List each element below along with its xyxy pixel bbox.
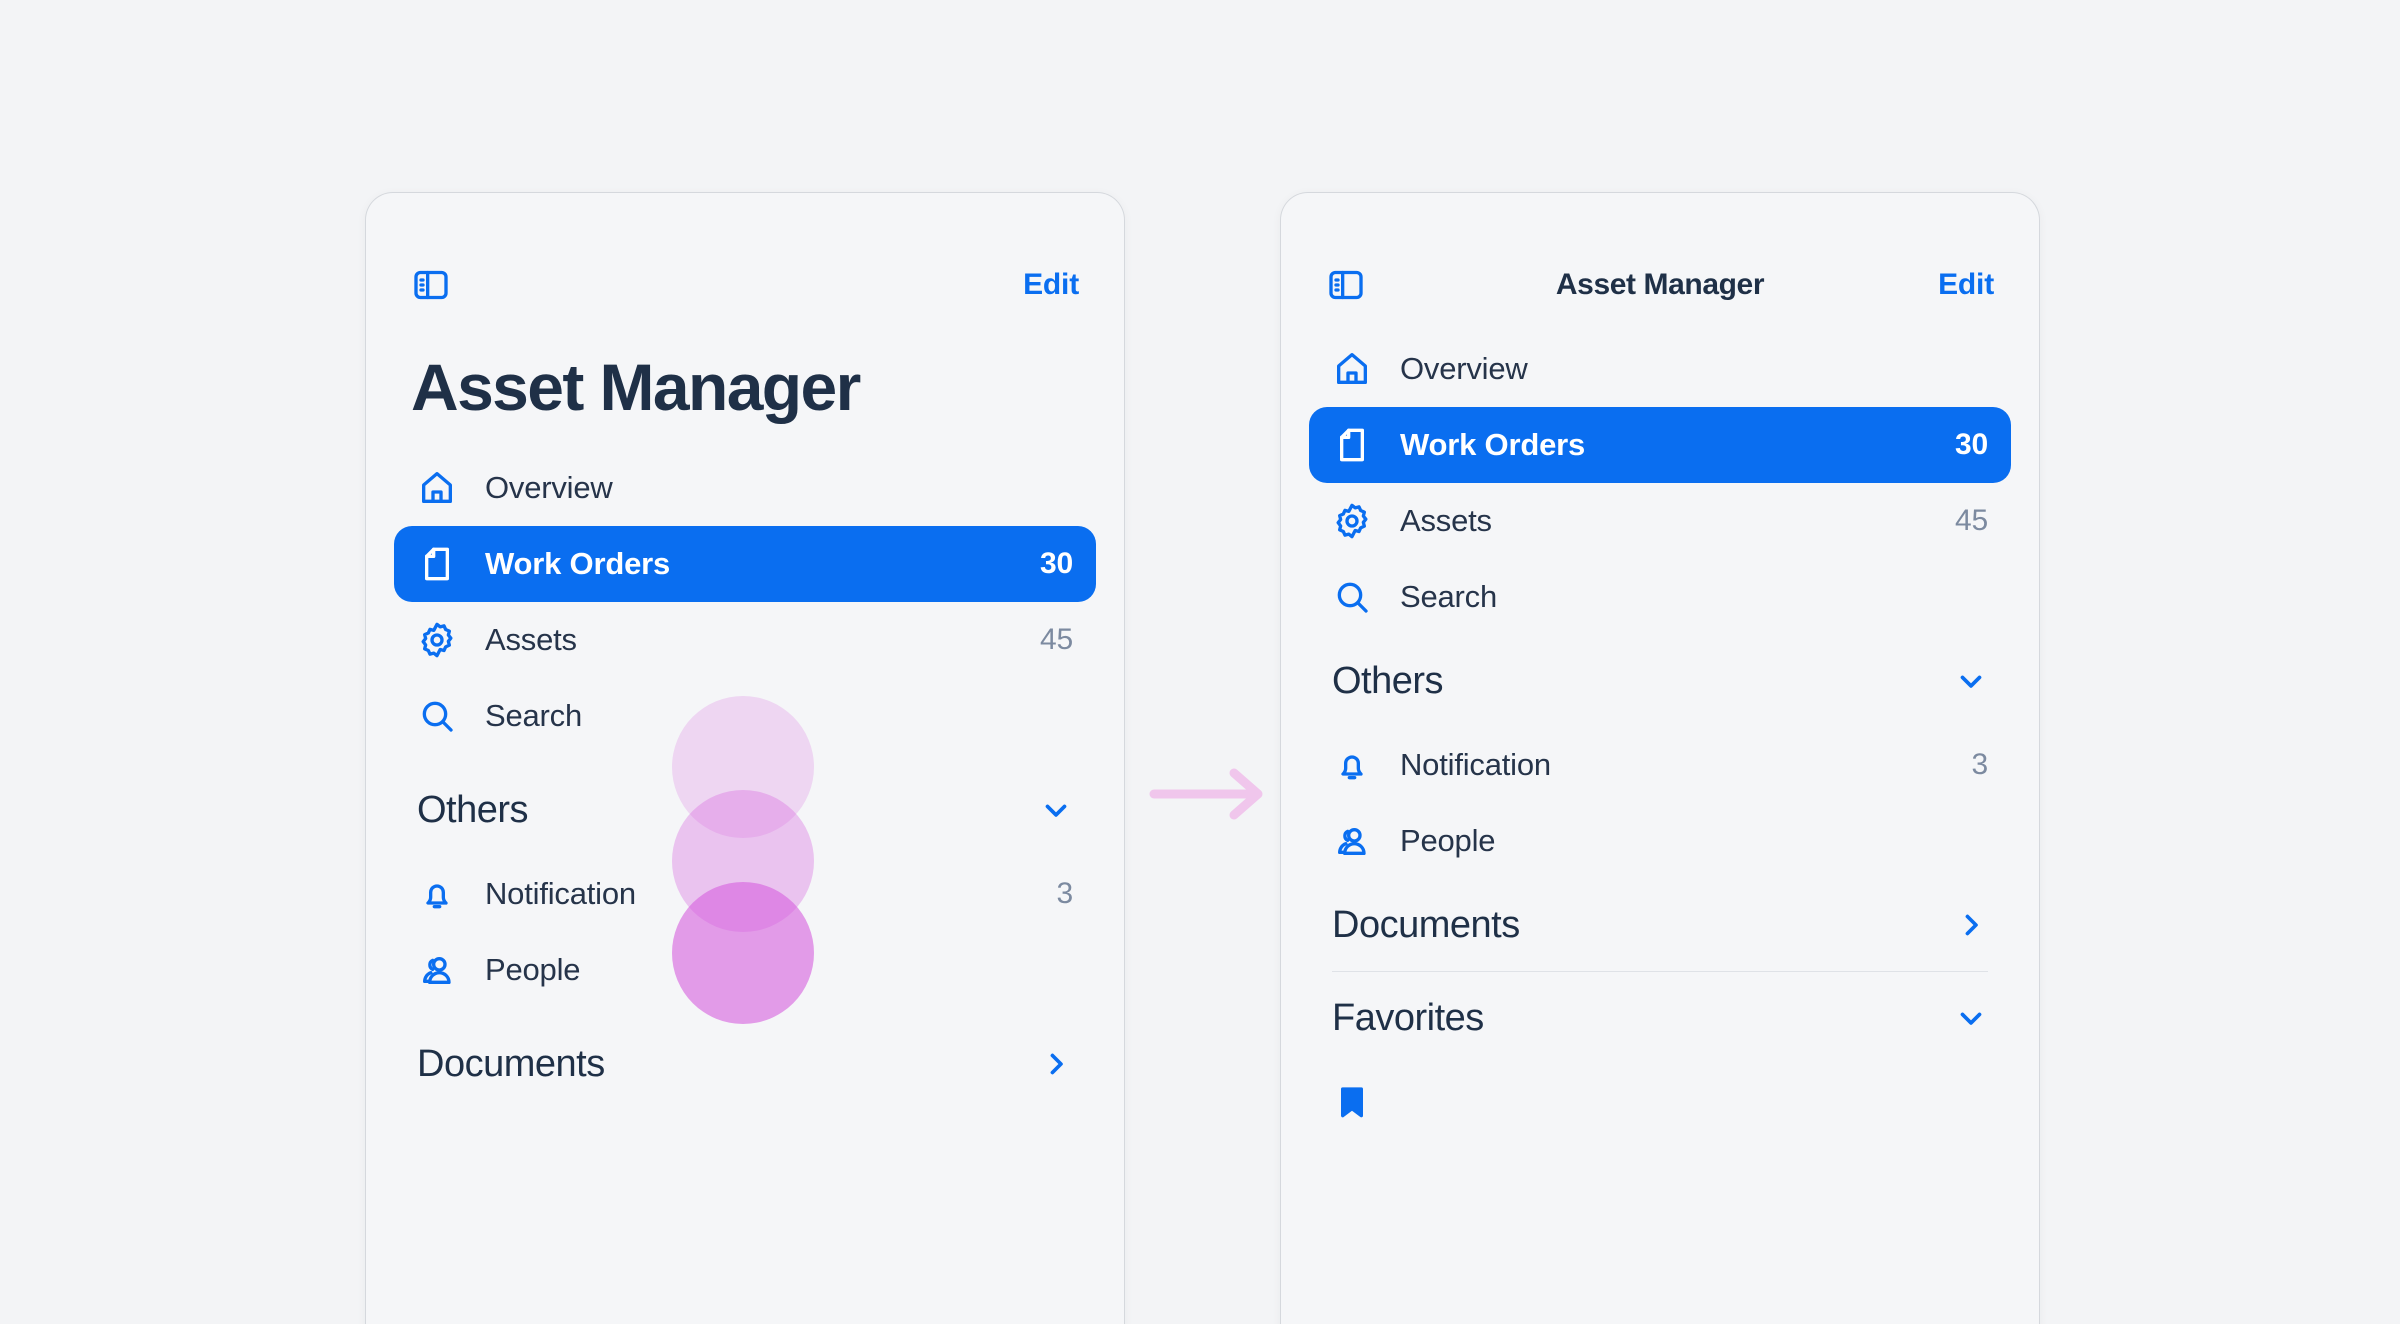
sidebar-item-search[interactable]: Search [1309, 559, 2011, 635]
right-favorites-list [1281, 1064, 2039, 1140]
chevron-right-icon[interactable] [1039, 1047, 1073, 1081]
left-nav-list: Overview Work Orders 30 Assets 45 Search [366, 450, 1124, 754]
edit-button[interactable]: Edit [1938, 268, 1994, 302]
sidebar-item-assets[interactable]: Assets 45 [394, 602, 1096, 678]
section-header-documents[interactable]: Documents [394, 1018, 1096, 1110]
sidebar-item-label: People [1400, 823, 1496, 858]
document-icon [1332, 425, 1372, 465]
sidebar-item-label: Search [1400, 579, 1498, 614]
chevron-down-icon[interactable] [1954, 664, 1988, 698]
home-icon [417, 468, 457, 508]
sidebar-item-label: Assets [1400, 503, 1492, 538]
sidebar-item-count: 45 [1040, 623, 1073, 657]
sidebar-item-overview[interactable]: Overview [394, 450, 1096, 526]
right-others-list: Notification 3 People [1281, 727, 2039, 879]
sidebar-panel-before: Edit Asset Manager Overview Work Orders … [365, 192, 1125, 1324]
list-item[interactable] [1309, 1064, 2011, 1140]
sidebar-item-work-orders[interactable]: Work Orders 30 [1309, 407, 2011, 483]
sidebar-panel-after: Asset Manager Edit Overview Work Orders … [1280, 192, 2040, 1324]
sidebar-item-count: 3 [1056, 877, 1074, 911]
section-title: Others [417, 788, 529, 831]
chevron-down-icon[interactable] [1039, 793, 1073, 827]
sidebar-item-count: 30 [1040, 547, 1073, 581]
sidebar-item-notification[interactable]: Notification 3 [394, 856, 1096, 932]
sidebar-item-label: Overview [1400, 351, 1528, 386]
page-title: Asset Manager [411, 350, 861, 424]
home-icon [1332, 349, 1372, 389]
sidebar-item-label: Overview [485, 470, 613, 506]
document-icon [417, 544, 457, 584]
left-others-list: Notification 3 People [366, 856, 1124, 1008]
sidebar-item-label: Work Orders [485, 546, 671, 582]
sidebar-toggle-icon[interactable] [411, 265, 451, 305]
sidebar-item-work-orders[interactable]: Work Orders 30 [394, 526, 1096, 603]
section-title: Documents [417, 1042, 605, 1085]
search-icon [1332, 577, 1372, 617]
sidebar-item-count: 45 [1955, 504, 1988, 537]
sidebar-item-count: 3 [1971, 748, 1989, 781]
gear-icon [1332, 501, 1372, 541]
people-icon [417, 950, 457, 990]
sidebar-toggle-icon[interactable] [1326, 265, 1556, 305]
sidebar-item-label: Work Orders [1400, 427, 1586, 462]
left-panel-topbar: Edit [366, 193, 1124, 305]
sidebar-item-search[interactable]: Search [394, 678, 1096, 754]
section-header-favorites[interactable]: Favorites [1309, 972, 2011, 1064]
section-title: Documents [1332, 903, 1520, 946]
section-title: Favorites [1332, 996, 1484, 1039]
sidebar-item-label: Assets [485, 622, 577, 658]
section-header-others[interactable]: Others [394, 764, 1096, 856]
chevron-right-icon[interactable] [1954, 908, 1988, 942]
bell-icon [1332, 745, 1372, 785]
sidebar-item-label: People [485, 952, 581, 988]
sidebar-item-people[interactable]: People [1309, 803, 2011, 879]
gear-icon [417, 620, 457, 660]
chevron-down-icon[interactable] [1954, 1001, 1988, 1035]
arrow-right-icon [1148, 762, 1270, 826]
search-icon [417, 696, 457, 736]
page-title: Asset Manager [1555, 268, 1765, 301]
section-title: Others [1332, 659, 1444, 702]
bookmark-icon [1332, 1082, 1372, 1122]
right-nav-list: Overview Work Orders 30 Assets 45 Search [1281, 331, 2039, 635]
edit-button[interactable]: Edit [1023, 268, 1079, 302]
sidebar-item-overview[interactable]: Overview [1309, 331, 2011, 407]
sidebar-item-label: Search [485, 698, 583, 734]
section-header-others[interactable]: Others [1309, 635, 2011, 727]
sidebar-item-assets[interactable]: Assets 45 [1309, 483, 2011, 559]
right-panel-topbar: Asset Manager Edit [1281, 193, 2039, 331]
screenshot-canvas: Edit Asset Manager Overview Work Orders … [0, 0, 2400, 1324]
bell-icon [417, 874, 457, 914]
sidebar-item-count: 30 [1955, 428, 1988, 461]
sidebar-item-people[interactable]: People [394, 932, 1096, 1008]
section-header-documents[interactable]: Documents [1309, 879, 2011, 971]
sidebar-item-label: Notification [1400, 747, 1551, 782]
sidebar-item-label: Notification [485, 876, 636, 912]
people-icon [1332, 821, 1372, 861]
sidebar-item-notification[interactable]: Notification 3 [1309, 727, 2011, 803]
